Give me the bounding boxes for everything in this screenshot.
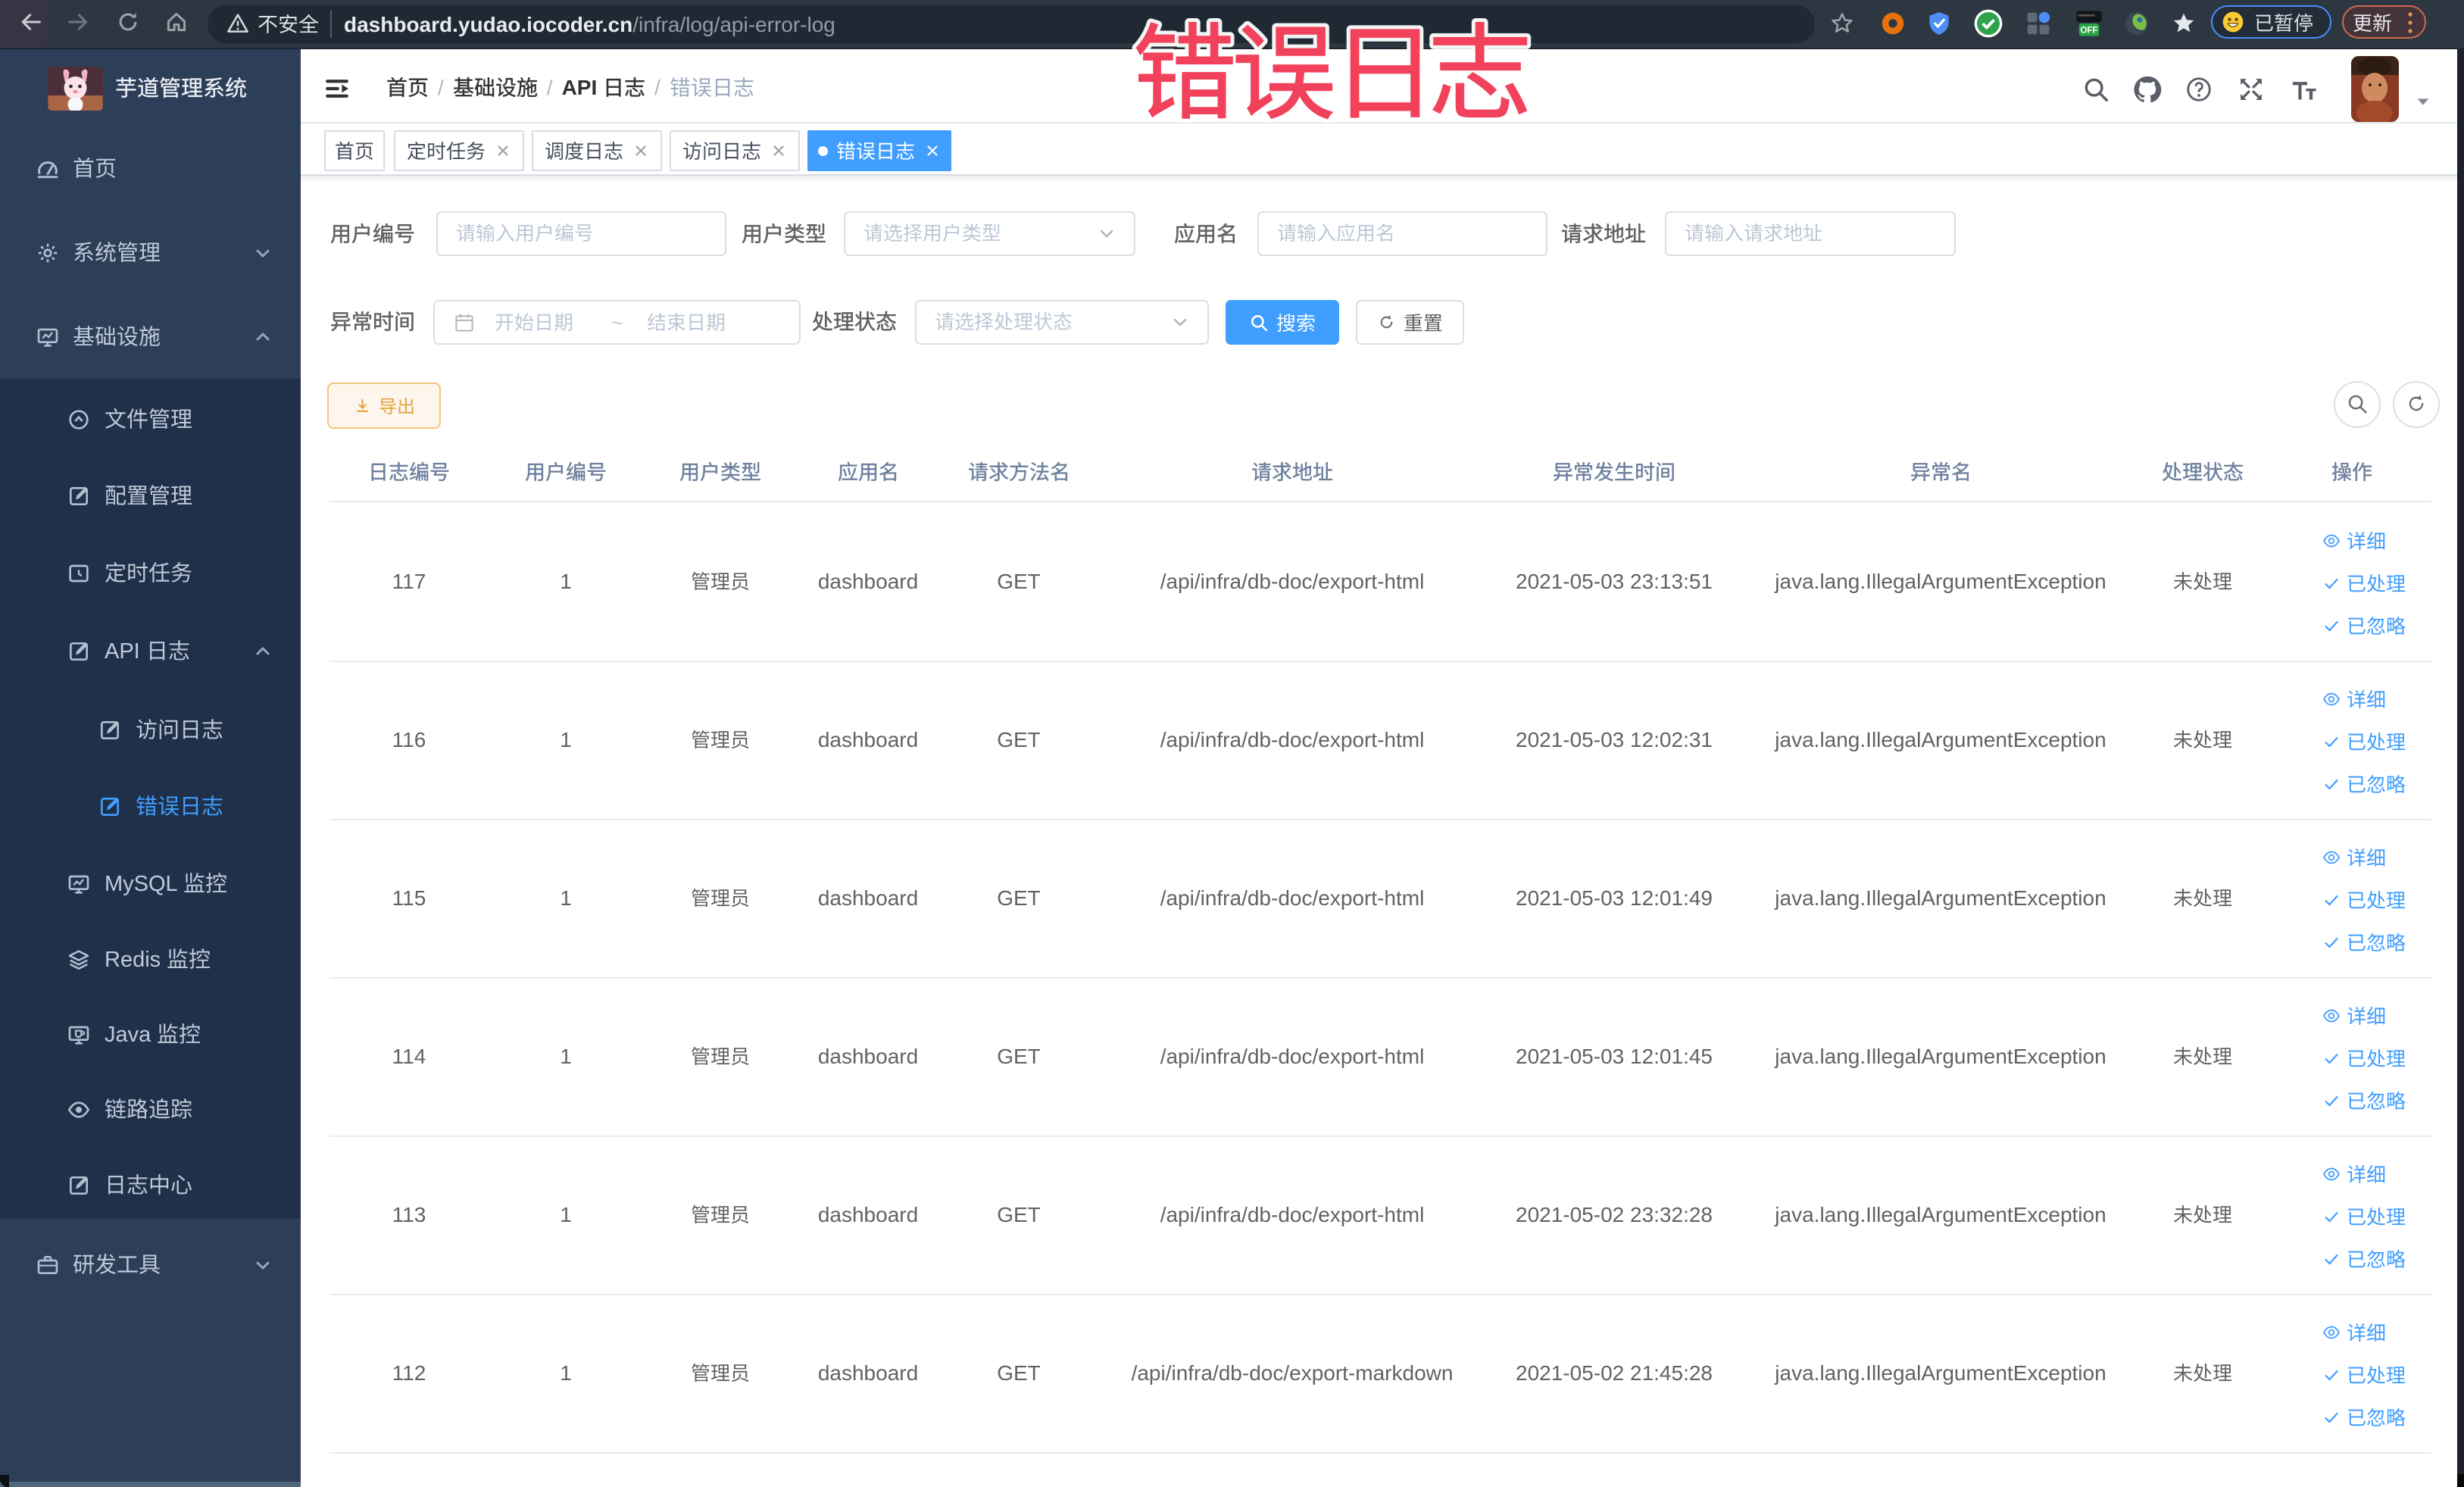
svg-text:OFF: OFF [2080, 26, 2097, 36]
